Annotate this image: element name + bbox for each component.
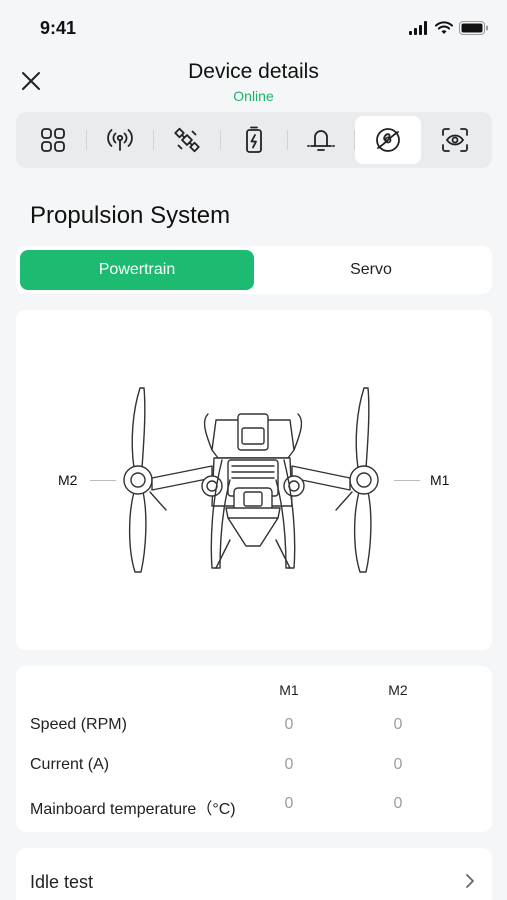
bell-icon [307, 130, 335, 151]
online-status: Online [233, 88, 274, 104]
tab-alerts[interactable] [288, 116, 354, 164]
tab-battery[interactable] [221, 116, 287, 164]
tab-positioning[interactable] [154, 116, 220, 164]
wifi-icon [435, 21, 453, 34]
row-label-current: Current (A) [30, 756, 110, 773]
tab-vision[interactable] [422, 116, 488, 164]
status-time: 9:41 [40, 18, 77, 38]
cell-current-m1: 0 [284, 756, 294, 773]
row-label-speed: Speed (RPM) [30, 716, 127, 733]
drone-diagram [123, 387, 379, 573]
cell-speed-m2: 0 [393, 716, 403, 733]
cell-temperature-m1: 0 [284, 795, 294, 812]
column-header-m2: M2 [388, 682, 408, 698]
status-bar: 9:41 [0, 0, 507, 58]
status-icons [409, 20, 489, 36]
idle-test-row[interactable]: Idle test [16, 848, 492, 900]
cell-current-m2: 0 [393, 756, 403, 773]
tab-transmission[interactable] [87, 116, 153, 164]
page-title: Device details [188, 60, 319, 83]
antenna-icon [107, 129, 133, 151]
column-header-m1: M1 [279, 682, 299, 698]
motor-data-table: M1 M2 Speed (RPM) 0 0 Current (A) 0 0 Ma… [16, 666, 492, 832]
camera-scan-icon [442, 128, 468, 152]
propeller-icon [376, 128, 400, 152]
drone-diagram-card: M2 M1 [16, 310, 492, 650]
header: Device details Online [0, 58, 507, 110]
cell-speed-m1: 0 [284, 716, 294, 733]
propulsion-segmented-control: Powertrain Servo [16, 246, 492, 294]
device-tabbar [16, 112, 492, 168]
row-label-mainboard-temperature: Mainboard temperature（°C) [30, 801, 236, 818]
segment-servo[interactable]: Servo [254, 250, 488, 290]
battery-icon [459, 21, 488, 35]
satellite-icon [174, 127, 200, 153]
segment-powertrain[interactable]: Powertrain [20, 250, 254, 290]
signal-icon [409, 21, 427, 35]
chevron-right-icon [466, 874, 474, 888]
cell-temperature-m2: 0 [393, 795, 403, 812]
tab-overview[interactable] [20, 116, 86, 164]
battery-bolt-icon [246, 126, 262, 153]
tab-propulsion[interactable] [355, 116, 421, 164]
section-title: Propulsion System [30, 202, 231, 229]
idle-test-label: Idle test [30, 872, 94, 892]
grid-icon [41, 128, 65, 152]
